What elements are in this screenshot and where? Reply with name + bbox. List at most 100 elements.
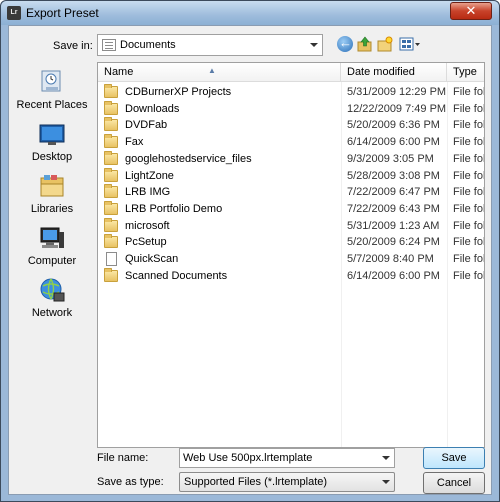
row-type: File folder: [453, 186, 485, 199]
row-date-modified: 6/14/2009 6:00 PM: [347, 269, 440, 282]
recent-places-icon: [38, 68, 66, 96]
up-folder-icon[interactable]: [357, 36, 373, 52]
row-name: CDBurnerXP Projects: [125, 86, 232, 98]
folder-icon: [104, 167, 118, 182]
folder-icon: [104, 134, 118, 149]
computer-icon: [38, 224, 66, 252]
dialog-body: Save in: Documents Recent Places: [8, 25, 492, 495]
save-as-type-value: Supported Files (*.lrtemplate): [184, 476, 328, 488]
cancel-button[interactable]: Cancel: [423, 472, 485, 494]
table-row[interactable]: LightZone 5/28/2009 3:08 PM File folder: [98, 167, 485, 185]
desktop-icon: [38, 120, 66, 148]
row-name: googlehostedservice_files: [125, 152, 252, 165]
place-label: Computer: [27, 255, 77, 267]
network-icon: [38, 276, 66, 304]
close-button[interactable]: ✕: [450, 2, 492, 20]
row-date-modified: 5/20/2009 6:24 PM: [347, 236, 440, 249]
lightroom-app-icon: Lr: [7, 6, 21, 20]
row-name: microsoft: [125, 219, 170, 232]
row-name: Downloads: [125, 102, 180, 115]
table-row[interactable]: QuickScan 5/7/2009 8:40 PM File folder: [98, 251, 485, 268]
place-computer[interactable]: Computer: [9, 224, 95, 274]
save-button[interactable]: Save: [423, 447, 485, 469]
places-bar: Recent Places Desktop Libraries Computer: [9, 64, 95, 448]
column-header-label: Name: [104, 66, 134, 78]
row-type: File folder: [453, 236, 485, 249]
file-name-value: Web Use 500px.lrtemplate: [183, 452, 313, 464]
back-icon[interactable]: [337, 35, 353, 52]
save-as-type-dropdown[interactable]: Supported Files (*.lrtemplate): [179, 472, 395, 492]
sort-ascending-icon: ▲: [208, 66, 216, 75]
views-menu-icon[interactable]: [399, 36, 421, 52]
row-name: PcSetup: [125, 236, 167, 249]
row-date-modified: 7/22/2009 6:47 PM: [347, 186, 440, 199]
row-date-modified: 5/31/2009 1:23 AM: [347, 219, 440, 232]
table-row[interactable]: Fax 6/14/2009 6:00 PM File folder: [98, 134, 485, 151]
row-type: File folder: [453, 253, 485, 265]
row-name: QuickScan: [125, 253, 179, 265]
row-date-modified: 5/31/2009 12:29 PM: [347, 86, 447, 98]
place-network[interactable]: Network: [9, 276, 95, 326]
row-type: File folder: [453, 219, 485, 232]
row-name: LRB IMG: [125, 186, 171, 199]
documents-folder-icon: [102, 39, 116, 51]
save-in-dropdown[interactable]: Documents: [97, 34, 323, 56]
folder-icon: [104, 117, 118, 132]
place-label: Network: [31, 307, 73, 319]
folder-icon: [104, 200, 118, 215]
file-name-label: File name:: [97, 452, 149, 464]
folder-icon: [104, 84, 118, 98]
row-type: File folder: [453, 269, 485, 282]
column-header-name[interactable]: Name ▲: [98, 63, 341, 82]
folder-icon: [104, 267, 118, 282]
row-name: Scanned Documents: [125, 269, 228, 282]
export-preset-dialog: Lr Export Preset ✕ Save in: Documents ← …: [0, 0, 500, 502]
row-date-modified: 5/20/2009 6:36 PM: [347, 119, 440, 132]
table-row[interactable]: PcSetup 5/20/2009 6:24 PM File folder: [98, 234, 485, 251]
row-date-modified: 6/14/2009 6:00 PM: [347, 136, 440, 149]
new-folder-icon[interactable]: [377, 36, 393, 52]
row-date-modified: 12/22/2009 7:49 PM: [347, 102, 447, 115]
row-type: File folder: [453, 86, 485, 98]
row-type: File folder: [453, 169, 485, 182]
place-label: Libraries: [30, 203, 74, 215]
column-header-date[interactable]: Date modified: [341, 63, 447, 82]
row-date-modified: 5/28/2009 3:08 PM: [347, 169, 440, 182]
place-libraries[interactable]: Libraries: [9, 172, 95, 222]
table-row[interactable]: CDBurnerXP Projects 5/31/2009 12:29 PM Fil…: [98, 84, 485, 101]
table-row[interactable]: LRB Portfolio Demo 7/22/2009 6:43 PM File …: [98, 200, 484, 218]
row-date-modified: 7/22/2009 6:43 PM: [347, 202, 440, 215]
table-row[interactable]: Scanned Documents 6/14/2009 6:00 PM File f…: [98, 267, 485, 285]
file-list[interactable]: Name ▲ Date modified Type CDBurnerXP Pro…: [97, 62, 485, 448]
row-name: DVDFab: [125, 119, 168, 132]
folder-icon: [104, 100, 118, 115]
table-row[interactable]: Downloads 12/22/2009 7:49 PM File folder: [98, 100, 485, 118]
save-in-label: Save in:: [53, 40, 93, 52]
column-header-label: Date modified: [347, 66, 415, 78]
column-header-label: Type: [453, 66, 477, 78]
row-type: File folder: [453, 102, 485, 115]
file-name-input[interactable]: Web Use 500px.lrtemplate: [179, 448, 395, 468]
folder-icon: [104, 150, 118, 165]
save-in-value: Documents: [120, 39, 176, 51]
chevron-down-icon[interactable]: [382, 456, 390, 460]
row-type: File folder: [453, 119, 485, 132]
document-icon: [106, 252, 117, 266]
table-row[interactable]: microsoft 5/31/2009 1:23 AM File folder: [98, 217, 485, 235]
column-header-type[interactable]: Type: [447, 63, 484, 82]
folder-icon: [104, 184, 118, 199]
place-desktop[interactable]: Desktop: [9, 120, 95, 170]
window-title: Export Preset: [26, 6, 99, 20]
row-type: File folder: [453, 136, 485, 149]
place-label: Recent Places: [16, 99, 88, 111]
row-name: LRB Portfolio Demo: [125, 202, 223, 215]
row-type: File folder: [453, 152, 485, 165]
libraries-icon: [38, 172, 66, 200]
table-row[interactable]: LRB IMG 7/22/2009 6:47 PM File folder: [98, 184, 485, 201]
table-row[interactable]: DVDFab 5/20/2009 6:36 PM File folder: [98, 117, 485, 134]
table-row[interactable]: googlehostedservice_files 9/3/2009 3:05 P…: [98, 150, 485, 168]
title-bar[interactable]: Lr Export Preset ✕: [1, 1, 499, 25]
place-recent-places[interactable]: Recent Places: [9, 68, 95, 118]
row-name: Fax: [125, 136, 144, 149]
folder-icon: [104, 234, 118, 249]
